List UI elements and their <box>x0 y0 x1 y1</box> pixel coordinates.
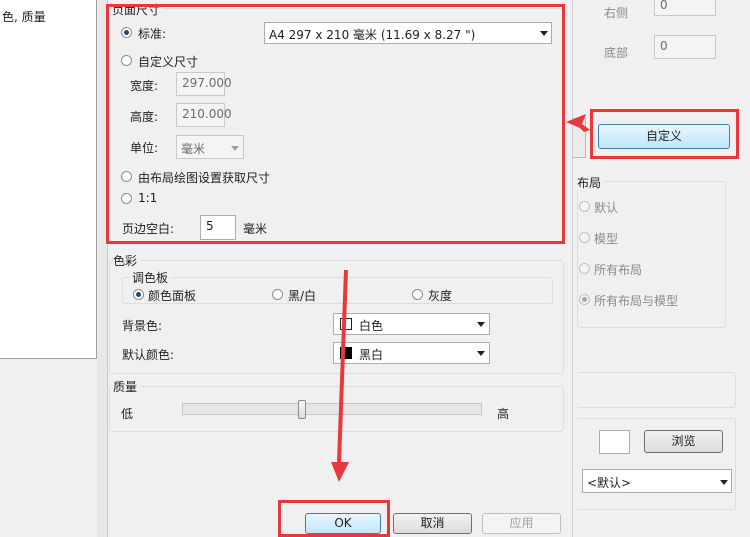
arrow-shaft <box>337 269 348 463</box>
arrow-left-icon <box>566 114 590 132</box>
arrow-down-icon <box>331 462 349 482</box>
annotation-arrows <box>331 114 590 482</box>
